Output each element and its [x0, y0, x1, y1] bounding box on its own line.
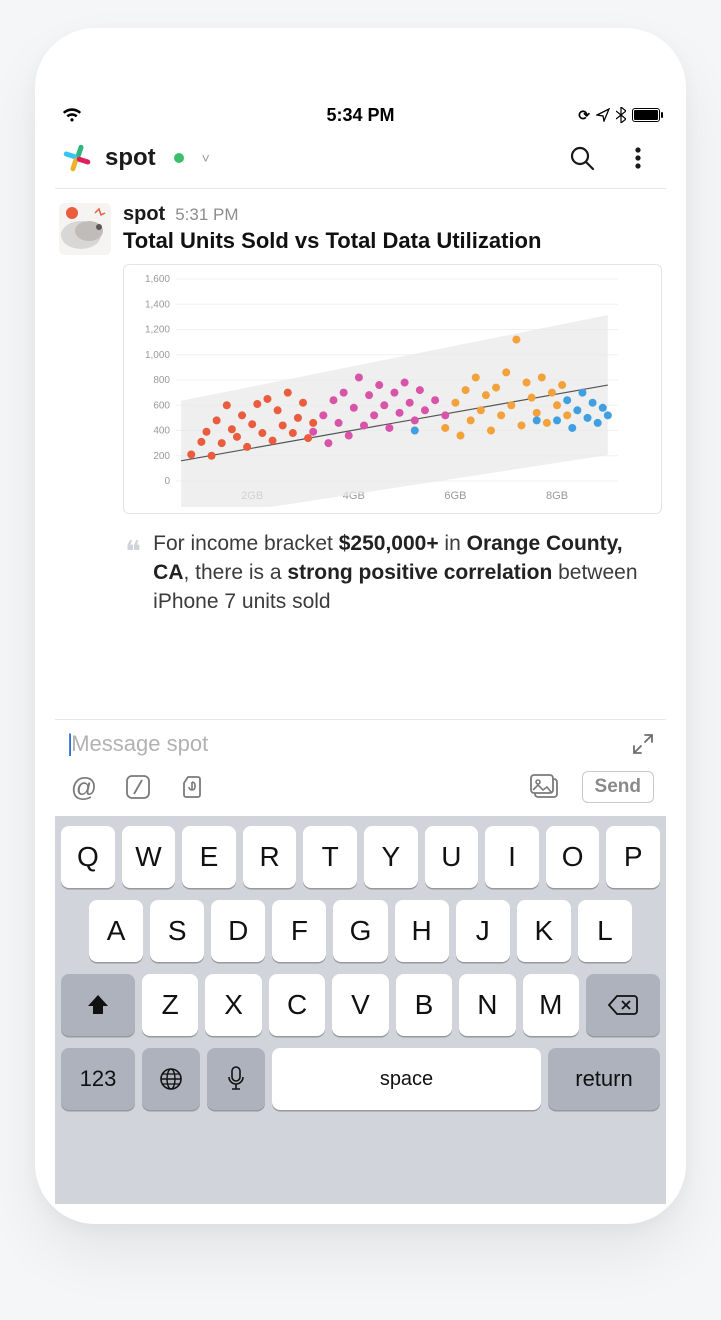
battery-icon: [632, 108, 660, 122]
bluetooth-icon: [616, 107, 626, 123]
svg-text:6GB: 6GB: [444, 490, 466, 502]
svg-text:600: 600: [153, 400, 170, 411]
insight-text: For income bracket $250,000+ in Orange C…: [153, 530, 660, 617]
message-author[interactable]: spot: [123, 203, 165, 226]
search-icon[interactable]: [568, 144, 596, 172]
insight-block: ❝ For income bracket $250,000+ in Orange…: [123, 530, 662, 617]
keyboard: QWERTYUIOP ASDFGHJKL ZXCVBNM 123 space r…: [55, 816, 666, 1204]
svg-text:1,600: 1,600: [145, 274, 170, 285]
key-h[interactable]: H: [395, 900, 449, 962]
key-i[interactable]: I: [485, 826, 539, 888]
key-g[interactable]: G: [333, 900, 387, 962]
key-f[interactable]: F: [272, 900, 326, 962]
dictation-key[interactable]: [207, 1048, 265, 1110]
key-k[interactable]: K: [517, 900, 571, 962]
svg-text:1,400: 1,400: [145, 299, 170, 310]
svg-text:8GB: 8GB: [546, 490, 568, 502]
svg-text:1,200: 1,200: [145, 325, 170, 336]
photo-icon[interactable]: [528, 770, 562, 804]
chevron-down-icon[interactable]: ˅: [202, 150, 210, 166]
key-o[interactable]: O: [546, 826, 600, 888]
key-d[interactable]: D: [211, 900, 265, 962]
svg-text:0: 0: [164, 476, 170, 487]
key-v[interactable]: V: [332, 974, 388, 1036]
key-a[interactable]: A: [89, 900, 143, 962]
globe-key[interactable]: [142, 1048, 200, 1110]
expand-icon[interactable]: [632, 733, 654, 755]
numbers-key[interactable]: 123: [61, 1048, 135, 1110]
svg-text:800: 800: [153, 375, 170, 386]
more-icon[interactable]: [624, 144, 652, 172]
key-z[interactable]: Z: [142, 974, 198, 1036]
message-title: Total Units Sold vs Total Data Utilizati…: [123, 228, 662, 254]
avatar[interactable]: [59, 203, 111, 255]
key-w[interactable]: W: [122, 826, 176, 888]
key-s[interactable]: S: [150, 900, 204, 962]
scatter-plot: 02004006008001,0001,2001,4001,6002GB4GB6…: [134, 273, 626, 507]
key-n[interactable]: N: [459, 974, 515, 1036]
svg-text:400: 400: [153, 426, 170, 437]
screen: 5:34 PM ⟳ spot ˅: [55, 98, 666, 1204]
return-key[interactable]: return: [548, 1048, 660, 1110]
key-e[interactable]: E: [182, 826, 236, 888]
app-header: spot ˅: [55, 132, 666, 189]
key-t[interactable]: T: [303, 826, 357, 888]
channel-name[interactable]: spot: [105, 144, 156, 172]
presence-indicator-icon: [174, 153, 184, 163]
key-p[interactable]: P: [606, 826, 660, 888]
message: spot 5:31 PM Total Units Sold vs Total D…: [55, 203, 666, 617]
quote-icon: ❝: [125, 530, 141, 617]
phone-frame: 5:34 PM ⟳ spot ˅: [35, 28, 686, 1224]
chart[interactable]: 02004006008001,0001,2001,4001,6002GB4GB6…: [123, 264, 662, 514]
key-u[interactable]: U: [425, 826, 479, 888]
key-m[interactable]: M: [523, 974, 579, 1036]
message-list: spot 5:31 PM Total Units Sold vs Total D…: [55, 189, 666, 617]
svg-text:200: 200: [153, 451, 170, 462]
slack-logo-icon: [61, 142, 93, 174]
message-input[interactable]: [71, 731, 632, 757]
orientation-lock-icon: ⟳: [578, 107, 590, 124]
key-r[interactable]: R: [243, 826, 297, 888]
slash-command-icon[interactable]: [121, 770, 155, 804]
key-l[interactable]: L: [578, 900, 632, 962]
message-composer: | @ Send: [55, 719, 666, 816]
attachment-icon[interactable]: [175, 770, 209, 804]
svg-text:1,000: 1,000: [145, 350, 170, 361]
status-time: 5:34 PM: [55, 105, 666, 126]
status-bar: 5:34 PM ⟳: [55, 98, 666, 132]
mention-icon[interactable]: @: [67, 770, 101, 804]
space-key[interactable]: space: [272, 1048, 541, 1110]
location-icon: [596, 108, 610, 122]
key-c[interactable]: C: [269, 974, 325, 1036]
wifi-icon: [61, 107, 83, 123]
backspace-key[interactable]: [586, 974, 660, 1036]
send-button[interactable]: Send: [582, 771, 654, 803]
key-x[interactable]: X: [205, 974, 261, 1036]
shift-key[interactable]: [61, 974, 135, 1036]
message-time: 5:31 PM: [175, 205, 238, 225]
key-q[interactable]: Q: [61, 826, 115, 888]
key-b[interactable]: B: [396, 974, 452, 1036]
key-y[interactable]: Y: [364, 826, 418, 888]
key-j[interactable]: J: [456, 900, 510, 962]
